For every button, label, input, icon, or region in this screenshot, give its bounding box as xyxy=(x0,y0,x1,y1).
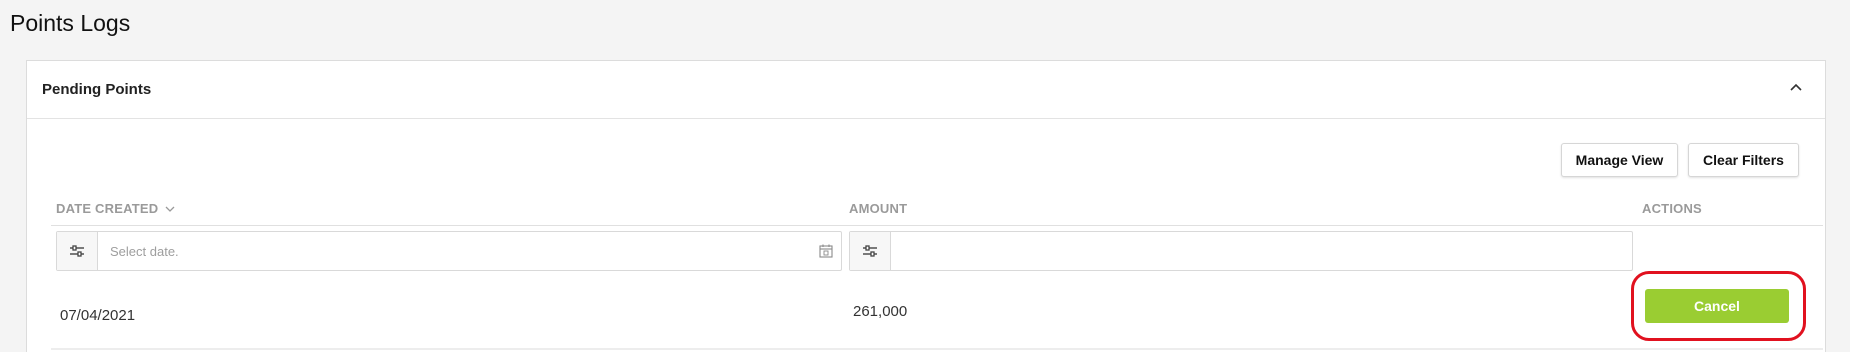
date-filter xyxy=(56,231,842,271)
panel-title: Pending Points xyxy=(42,81,152,98)
chevron-down-icon xyxy=(165,206,175,212)
amount-filter-input[interactable] xyxy=(891,232,1632,270)
amount-filter-options-button[interactable] xyxy=(850,232,891,270)
sliders-icon xyxy=(70,245,84,257)
column-header-amount[interactable]: AMOUNT xyxy=(849,201,907,216)
column-header-label: DATE CREATED xyxy=(56,201,159,216)
sliders-icon xyxy=(863,245,877,257)
column-header-date-created[interactable]: DATE CREATED xyxy=(56,201,176,216)
date-filter-options-button[interactable] xyxy=(57,232,98,270)
row-divider xyxy=(51,348,1823,350)
amount-filter xyxy=(849,231,1633,271)
pending-points-panel: Pending Points Manage View Clear Filters… xyxy=(26,60,1826,352)
manage-view-button[interactable]: Manage View xyxy=(1561,143,1678,177)
table-cell-date-created: 07/04/2021 xyxy=(60,307,136,324)
date-filter-input[interactable] xyxy=(98,232,811,270)
header-divider xyxy=(51,225,1823,226)
table-cell-amount: 261,000 xyxy=(853,303,908,320)
chevron-up-icon[interactable] xyxy=(1787,79,1805,97)
clear-filters-button[interactable]: Clear Filters xyxy=(1688,143,1799,177)
highlight-annotation xyxy=(1631,271,1806,341)
column-header-actions: ACTIONS xyxy=(1642,201,1702,216)
calendar-icon[interactable] xyxy=(811,232,841,270)
page-title: Points Logs xyxy=(10,10,131,36)
panel-header[interactable]: Pending Points xyxy=(27,61,1825,119)
